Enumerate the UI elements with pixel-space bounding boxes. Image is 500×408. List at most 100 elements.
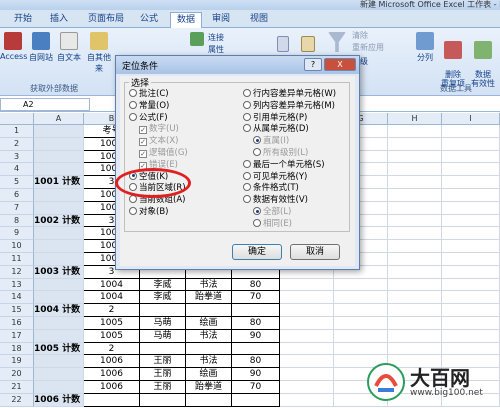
cell[interactable] <box>334 304 388 317</box>
cell[interactable]: 王丽 <box>140 381 186 394</box>
row-header[interactable]: 9 <box>0 227 34 241</box>
row-header[interactable]: 15 <box>0 304 34 317</box>
cell[interactable] <box>34 317 84 330</box>
cell[interactable] <box>388 227 442 241</box>
tab-4[interactable]: 数据 <box>170 12 203 28</box>
cell[interactable] <box>34 163 84 177</box>
row-header[interactable]: 16 <box>0 317 34 330</box>
cell[interactable]: 李威 <box>140 291 186 305</box>
option-left-opts-4[interactable]: ✓ 文本(X) <box>139 136 178 147</box>
row-header[interactable]: 1 <box>0 125 34 138</box>
cell[interactable] <box>34 355 84 369</box>
cell[interactable] <box>140 342 186 356</box>
option-left-opts-2[interactable]: 公式(F) <box>129 112 168 124</box>
cell[interactable] <box>388 176 442 189</box>
cell[interactable] <box>280 329 334 343</box>
cell[interactable]: 王丽 <box>140 355 186 369</box>
cell[interactable]: 马萌 <box>140 329 186 343</box>
row-header[interactable]: 12 <box>0 265 34 279</box>
cell[interactable] <box>442 265 500 279</box>
tab-5[interactable]: 审阅 <box>206 12 236 28</box>
cell[interactable] <box>34 368 84 381</box>
row-header[interactable]: 21 <box>0 381 34 394</box>
cell[interactable]: 1006 <box>84 355 140 369</box>
filter-button[interactable] <box>326 32 348 54</box>
cell[interactable] <box>442 253 500 266</box>
cell[interactable] <box>334 342 388 356</box>
cell[interactable]: 1001 计数 <box>34 176 84 189</box>
row-header[interactable]: 10 <box>0 240 34 253</box>
row-header[interactable]: 8 <box>0 214 34 228</box>
cell[interactable] <box>442 163 500 177</box>
cell[interactable] <box>34 381 84 394</box>
cell[interactable] <box>388 240 442 253</box>
sort-dialog-icon[interactable] <box>300 36 316 54</box>
option-left-opts-0[interactable]: 批注(C) <box>129 89 169 100</box>
cell[interactable] <box>388 304 442 317</box>
cell[interactable] <box>388 125 442 138</box>
row-header[interactable]: 20 <box>0 368 34 381</box>
cell[interactable]: 1005 <box>84 329 140 343</box>
select-all-corner[interactable] <box>0 113 34 125</box>
row-header[interactable]: 22 <box>0 393 34 407</box>
cell[interactable]: 80 <box>232 355 280 369</box>
cell[interactable] <box>334 291 388 305</box>
cell[interactable] <box>280 368 334 381</box>
cell[interactable] <box>442 304 500 317</box>
cell[interactable] <box>34 329 84 343</box>
cell[interactable] <box>388 163 442 177</box>
row-header[interactable]: 3 <box>0 150 34 164</box>
cell[interactable] <box>280 317 334 330</box>
cell[interactable] <box>34 227 84 241</box>
cell[interactable] <box>140 393 186 407</box>
cell[interactable] <box>442 201 500 215</box>
cell[interactable]: 李威 <box>140 278 186 292</box>
row-header[interactable]: 17 <box>0 329 34 343</box>
cell[interactable] <box>34 125 84 138</box>
tab-1[interactable]: 插入 <box>44 12 74 28</box>
reapply-button[interactable]: 重新应用 <box>352 42 384 53</box>
cell[interactable]: 2 <box>84 304 140 317</box>
option-right-opts-7[interactable]: 可见单元格(Y) <box>243 171 307 183</box>
row-header[interactable]: 18 <box>0 342 34 356</box>
cell[interactable] <box>34 189 84 202</box>
cell[interactable]: 1004 计数 <box>34 304 84 317</box>
row-header[interactable]: 14 <box>0 291 34 305</box>
cell[interactable] <box>334 317 388 330</box>
cell[interactable] <box>280 342 334 356</box>
from-text-button[interactable]: 自文本 <box>56 32 82 63</box>
cell[interactable] <box>388 201 442 215</box>
option-left-opts-10[interactable]: 对象(B) <box>129 207 168 218</box>
cell[interactable] <box>388 253 442 266</box>
cell[interactable]: 1006 <box>84 368 140 381</box>
row-header[interactable]: 19 <box>0 355 34 369</box>
tab-2[interactable]: 页面布局 <box>82 12 130 28</box>
option-right-opts-3[interactable]: 从属单元格(D) <box>243 124 309 135</box>
cell[interactable]: 70 <box>232 381 280 394</box>
cell[interactable] <box>442 125 500 138</box>
refresh-button[interactable] <box>190 32 204 48</box>
tab-6[interactable]: 视图 <box>244 12 274 28</box>
cell[interactable] <box>186 304 232 317</box>
cell[interactable]: 1004 <box>84 278 140 292</box>
cell[interactable] <box>280 381 334 394</box>
cell[interactable] <box>280 355 334 369</box>
cell[interactable] <box>34 291 84 305</box>
option-left-opts-3[interactable]: ✓ 数字(U) <box>139 124 179 135</box>
access-button[interactable]: Access <box>0 32 27 61</box>
cell[interactable]: 绘画 <box>186 368 232 381</box>
cell[interactable] <box>442 214 500 228</box>
cell[interactable]: 70 <box>232 291 280 305</box>
sort-az-icon[interactable] <box>276 36 290 54</box>
cell[interactable]: 书法 <box>186 329 232 343</box>
cell[interactable] <box>334 278 388 292</box>
cell[interactable] <box>442 329 500 343</box>
cell[interactable] <box>232 342 280 356</box>
column-header-a[interactable]: A <box>34 113 84 125</box>
row-header[interactable]: 4 <box>0 163 34 177</box>
cancel-button[interactable]: 取消 <box>290 244 340 260</box>
cell[interactable]: 绘画 <box>186 317 232 330</box>
cell[interactable] <box>280 304 334 317</box>
cell[interactable]: 1006 <box>84 381 140 394</box>
cell[interactable] <box>34 253 84 266</box>
